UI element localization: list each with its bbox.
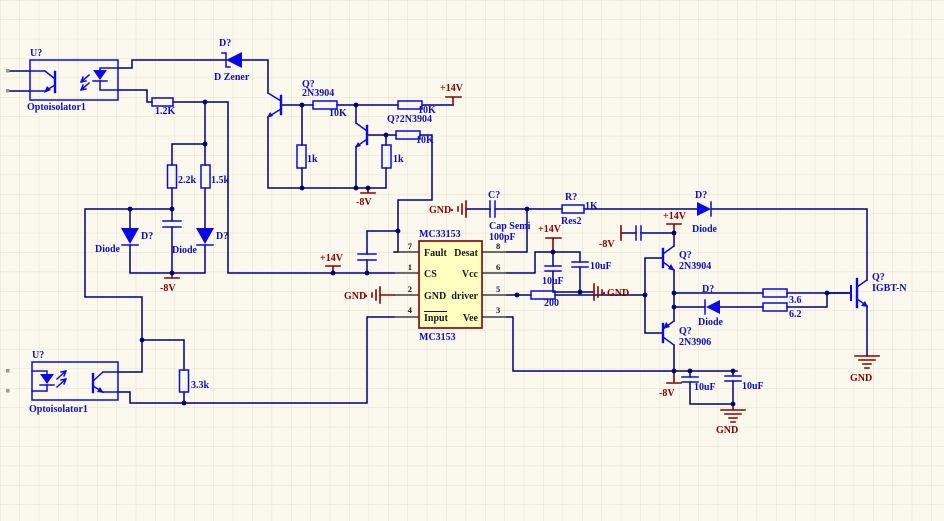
r-lib-name: Res2 <box>561 216 582 227</box>
pin-name-fault: Fault <box>424 248 447 259</box>
diode-value: Diode <box>172 245 198 256</box>
r-3.3k-value: 3.3k <box>191 380 210 391</box>
net-label-14v: +14V <box>440 83 464 94</box>
cap-10uF-value: 10uF <box>742 381 764 392</box>
net-label-neg8v: -8V <box>160 283 176 294</box>
signal-ground-dot <box>603 292 605 294</box>
pin-number: 3 <box>496 305 500 315</box>
opto2-ref: U? <box>32 350 44 361</box>
pin-number: 6 <box>496 262 500 272</box>
pin-name-driver: driver <box>451 291 478 302</box>
q1-value: 2N3904 <box>302 88 334 99</box>
zener-ref: D? <box>219 38 231 49</box>
r-1k-value: 1k <box>307 154 318 165</box>
q3-value: 2N3904 <box>679 261 711 272</box>
net-label-14v: +14V <box>663 211 687 222</box>
pin-number: 5 <box>496 284 500 294</box>
cap-10uF-value: 10uF <box>542 276 564 287</box>
zener-value: D Zener <box>214 72 250 83</box>
r-2.2k-value: 2.2k <box>178 175 197 186</box>
q4-ref: Q? <box>679 326 692 337</box>
cap-ref: C? <box>488 190 500 201</box>
r-10k-value: 10K <box>416 135 434 146</box>
diode-ref: D? <box>216 231 228 242</box>
pin-name-vee: Vee <box>463 313 479 324</box>
r-6.2-value: 6.2 <box>789 309 802 320</box>
r-200-value: 200 <box>544 298 559 309</box>
r-3.6-value: 3.6 <box>789 295 802 306</box>
diode-ref: D? <box>141 231 153 242</box>
diode-ref: D? <box>695 190 707 201</box>
pin-name-vcc: Vcc <box>462 269 479 280</box>
net-label-gnd: GND <box>607 288 629 299</box>
opto2-value: Optoisolator1 <box>29 404 88 415</box>
r-1k-value: 1k <box>393 154 404 165</box>
q4-value: 2N3906 <box>679 337 711 348</box>
net-label-neg8v: -8V <box>356 197 372 208</box>
opto1-ref: U? <box>30 48 42 59</box>
q2-label: Q?2N3904 <box>387 114 432 125</box>
pin-name-gnd: GND <box>424 291 446 302</box>
pin-name-cs: CS <box>424 269 437 280</box>
r-ref: R? <box>565 192 577 203</box>
net-label-neg8v: -8V <box>599 239 615 250</box>
igbt-value: IGBT-N <box>872 283 907 294</box>
r-10k-value: 10K <box>329 108 347 119</box>
ic-part-number: MC3153 <box>419 332 456 343</box>
net-label-14v: +14V <box>538 224 562 235</box>
pin-name-desat: Desat <box>454 248 479 259</box>
cap-value2: 100pF <box>489 232 516 243</box>
net-label-gnd: GND <box>344 291 366 302</box>
diode-value: Diode <box>95 244 121 255</box>
pin-name-input: Input <box>424 313 449 324</box>
net-label-gnd: GND <box>429 205 451 216</box>
diode-ref: D? <box>702 284 714 295</box>
net-label-neg8v: -8V <box>659 388 675 399</box>
net-label-gnd: GND <box>850 373 872 384</box>
opto1-value: Optoisolator1 <box>27 102 86 113</box>
r-1kk-value: 1K <box>585 201 598 212</box>
diode-value: Diode <box>698 317 724 328</box>
igbt-ref: Q? <box>872 272 885 283</box>
cap-10uF-value: 10uF <box>590 261 612 272</box>
diode-value: Diode <box>692 224 718 235</box>
cap-value: Cap Semi <box>489 221 531 232</box>
r-1.5k-value: 1.5k <box>211 175 230 186</box>
cap-10uF-value: 10uF <box>694 382 716 393</box>
r-in-value: 1.2K <box>155 106 176 117</box>
net-label-14v: +14V <box>320 253 344 264</box>
net-label-gnd: GND <box>716 425 738 436</box>
pin-number: 1 <box>408 262 412 272</box>
ic-title: MC33153 <box>419 229 461 240</box>
q3-ref: Q? <box>679 250 692 261</box>
schematic-canvas: MC33153 MC3153 Fault Desat CS Vcc GND dr… <box>0 0 944 521</box>
pin-number: 2 <box>408 284 412 294</box>
